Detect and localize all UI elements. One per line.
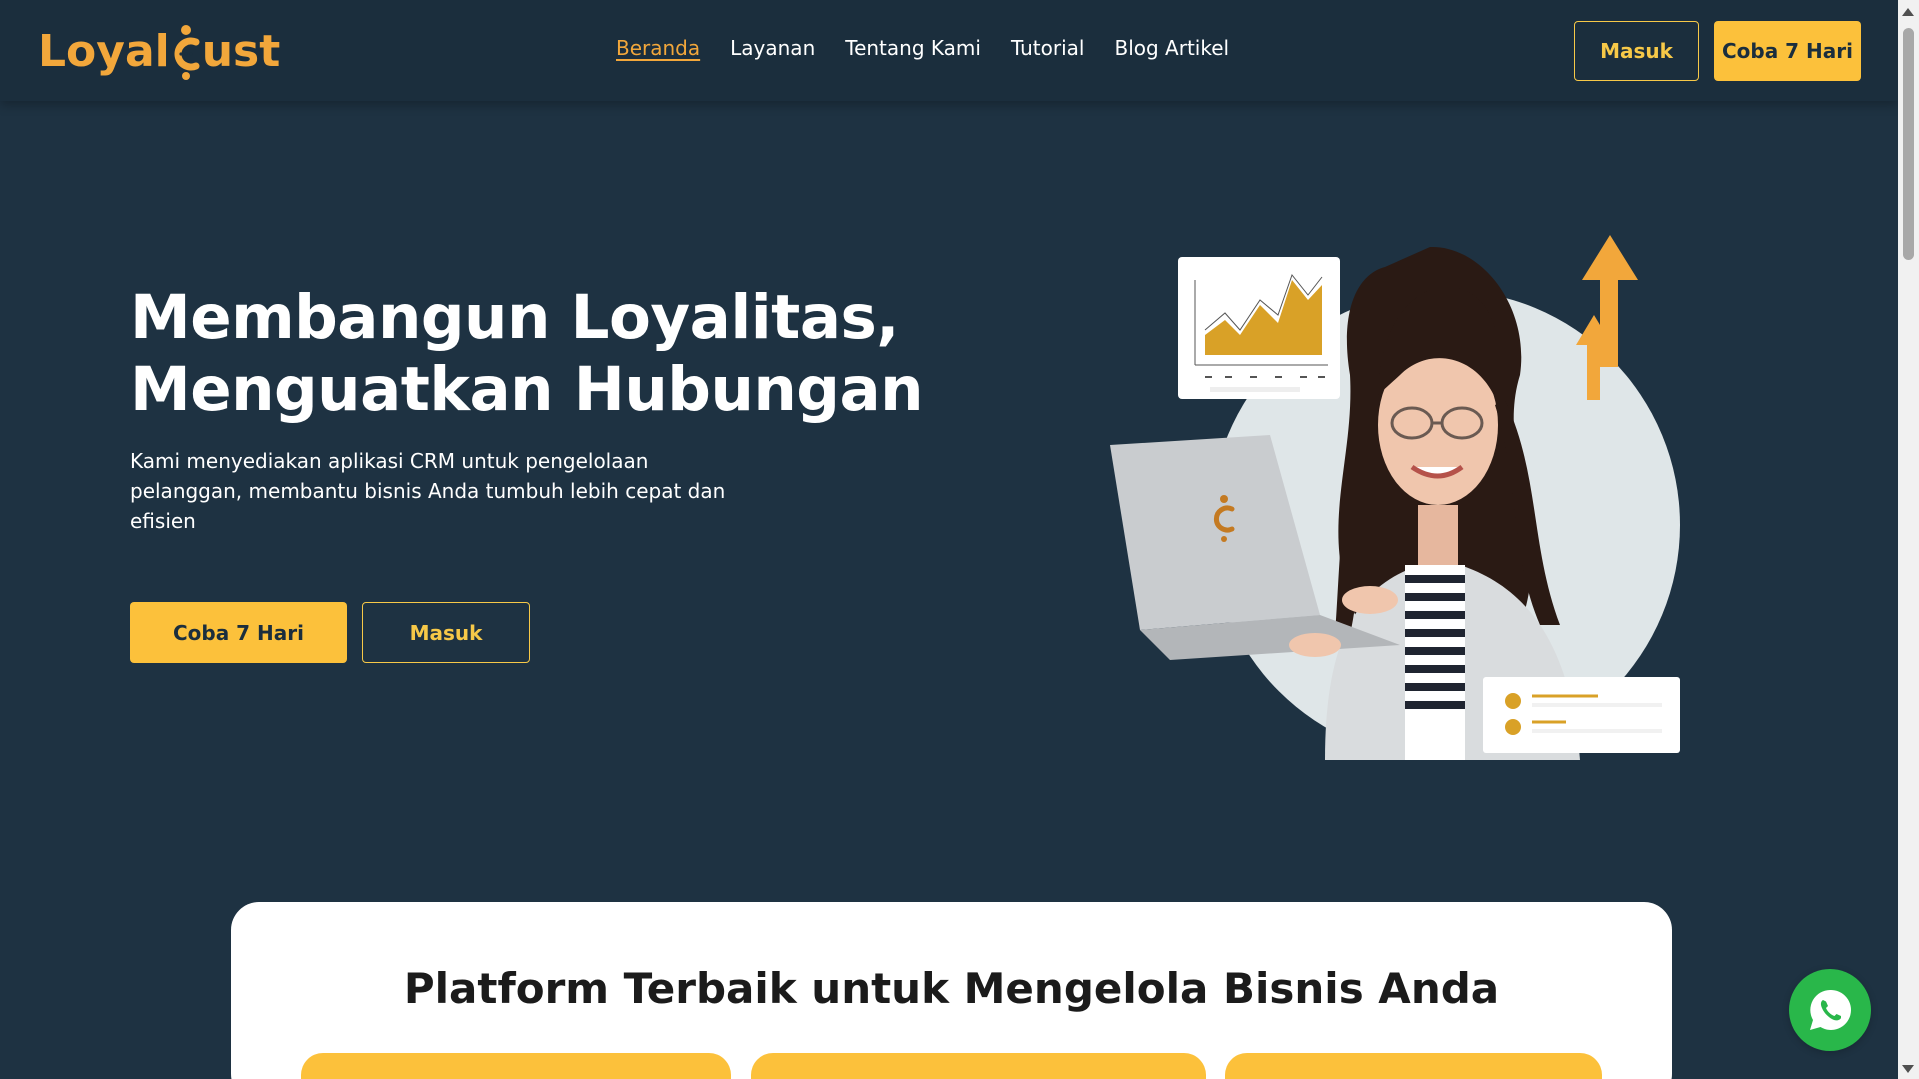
- scroll-up-arrow-icon[interactable]: [1902, 8, 1914, 16]
- whatsapp-button[interactable]: [1789, 969, 1871, 1051]
- chart-card: [1178, 257, 1340, 399]
- whatsapp-icon: [1810, 989, 1851, 1030]
- nav-layanan[interactable]: Layanan: [730, 36, 815, 60]
- logo-text-right: ust: [201, 25, 281, 77]
- striped-shirt: [1405, 565, 1465, 760]
- list-card: [1483, 677, 1680, 753]
- hero-subtitle: Kami menyediakan aplikasi CRM untuk peng…: [130, 449, 726, 533]
- feature-card[interactable]: [751, 1053, 1206, 1079]
- hero-title-line1: Membangun Loyalitas,: [130, 282, 899, 353]
- hero-trial-button[interactable]: Coba 7 Hari: [130, 602, 347, 663]
- platform-section: Platform Terbaik untuk Mengelola Bisnis …: [231, 902, 1672, 1079]
- feature-card[interactable]: [301, 1053, 731, 1079]
- page-scrollbar[interactable]: [1898, 0, 1919, 1079]
- main-nav: Beranda Layanan Tentang Kami Tutorial Bl…: [616, 36, 1259, 60]
- nav-beranda[interactable]: Beranda: [616, 36, 700, 60]
- feature-card[interactable]: [1225, 1053, 1602, 1079]
- logo-text-left: Loyal: [38, 25, 170, 77]
- site-header: Loyal ust Beranda Layanan Tentang Kami T…: [0, 0, 1898, 101]
- hero-login-button[interactable]: Masuk: [362, 602, 530, 663]
- woman-with-laptop-illustration: [1100, 205, 1690, 765]
- scroll-thumb[interactable]: [1903, 28, 1914, 260]
- logo-c-icon: [170, 22, 202, 80]
- platform-title: Platform Terbaik untuk Mengelola Bisnis …: [403, 964, 1500, 1013]
- header-login-button[interactable]: Masuk: [1574, 21, 1699, 81]
- header-trial-button[interactable]: Coba 7 Hari: [1714, 21, 1861, 81]
- nav-blog-artikel[interactable]: Blog Artikel: [1114, 36, 1229, 60]
- scroll-down-arrow-icon[interactable]: [1902, 1065, 1914, 1073]
- logo[interactable]: Loyal ust: [38, 22, 280, 80]
- nav-tentang-kami[interactable]: Tentang Kami: [845, 36, 981, 60]
- hero-title: Membangun Loyalitas, Menguatkan Hubungan: [130, 282, 930, 426]
- hero-title-line2: Menguatkan Hubungan: [130, 354, 924, 425]
- nav-tutorial[interactable]: Tutorial: [1011, 36, 1085, 60]
